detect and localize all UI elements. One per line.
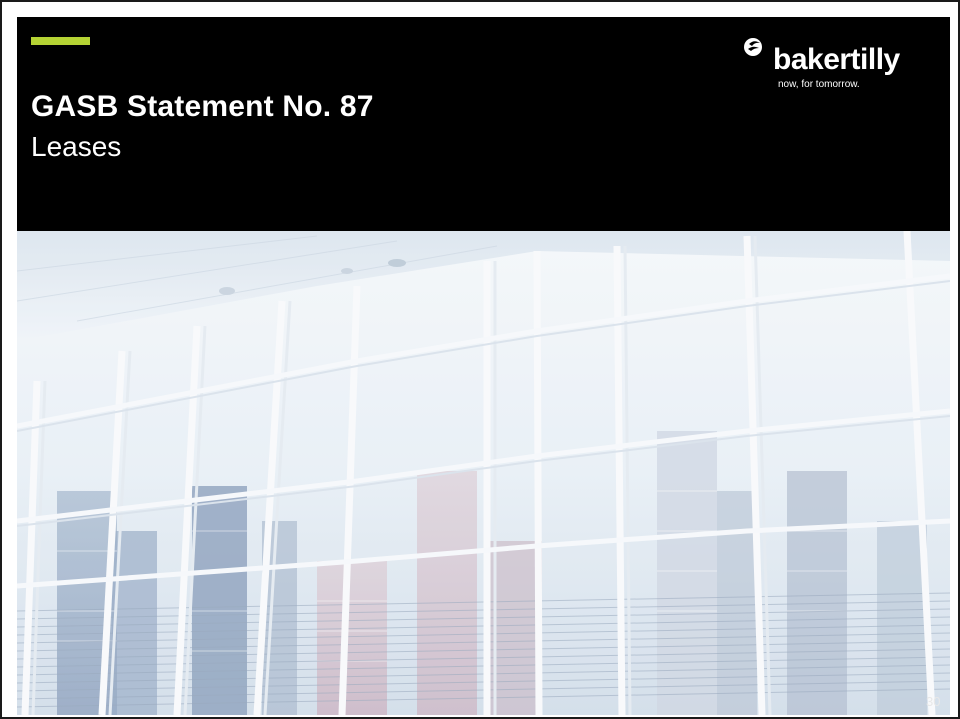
slide-frame: GASB Statement No. 87 Leases bakertilly …: [0, 0, 960, 719]
bakertilly-logo: bakertilly now, for tomorrow.: [743, 32, 923, 112]
office-window-photo: [17, 231, 950, 715]
slide-subtitle: Leases: [31, 131, 122, 162]
logo-wordmark: bakertilly: [773, 43, 900, 76]
logo-swirl-icon: [744, 38, 762, 56]
page-number: 30: [926, 694, 941, 709]
accent-bar: [31, 37, 90, 45]
logo-tagline: now, for tomorrow.: [778, 79, 860, 90]
slide-title: GASB Statement No. 87: [31, 90, 374, 123]
